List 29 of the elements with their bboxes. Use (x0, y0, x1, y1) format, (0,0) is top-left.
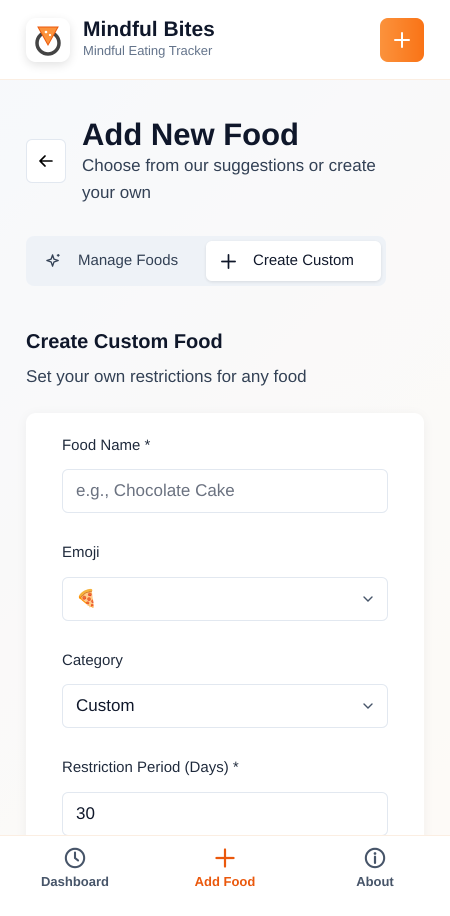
app-logo (26, 18, 70, 62)
select-field[interactable]: Custom (62, 684, 388, 728)
section-subtitle: Set your own restrictions for any food (26, 366, 308, 388)
tab[interactable]: Create Custom (206, 240, 381, 282)
plus-icon (393, 30, 411, 48)
tab[interactable]: Manage Foods (31, 240, 206, 282)
sparkle-icon (45, 252, 62, 270)
page-title: Add New Food (82, 116, 300, 154)
info-icon (364, 847, 386, 870)
nav-item[interactable]: About (300, 836, 450, 916)
back-button[interactable] (26, 138, 66, 183)
nav-item[interactable]: Add Food (150, 836, 300, 916)
app-title: Mindful Bites (83, 18, 215, 42)
clock-icon (64, 847, 86, 870)
field-label: Emoji (62, 543, 101, 564)
input-field[interactable]: 30 (62, 792, 388, 835)
select-field[interactable]: 🍕 (62, 576, 388, 621)
arrow-left-icon (39, 154, 53, 168)
field-label: Restriction Period (Days) * (62, 758, 240, 778)
input-field[interactable]: e.g., Chocolate Cake (62, 469, 388, 514)
add-button[interactable] (380, 18, 424, 62)
app-subtitle: Mindful Eating Tracker (83, 42, 214, 60)
plus-icon (214, 847, 236, 870)
plus-icon (220, 252, 237, 270)
nav-item[interactable]: Dashboard (0, 836, 150, 916)
page-subtitle: Choose from our suggestions or create your own (82, 155, 377, 204)
field-label: Category (62, 650, 124, 671)
section-title: Create Custom Food (26, 330, 224, 354)
field-label: Food Name * (62, 436, 152, 456)
